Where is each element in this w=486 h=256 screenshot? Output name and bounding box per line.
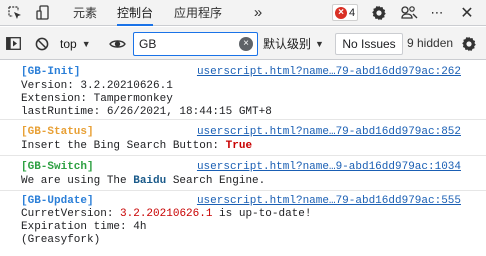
message-line: Expiration time: 4h: [21, 221, 147, 233]
message-text: CurretVersion:: [21, 208, 121, 220]
console-output: [GB-Init] userscript.html?name…79-abd16d…: [0, 61, 486, 256]
issues-button[interactable]: No Issues: [335, 33, 403, 55]
tab-application[interactable]: 应用程序: [174, 0, 222, 25]
message-text: is up-to-date!: [212, 208, 312, 220]
context-value: top: [60, 37, 77, 51]
dropdown-arrow-icon: ▼: [81, 39, 91, 49]
more-options-icon[interactable]: ⋯: [428, 0, 446, 25]
sidebar-toggle-icon[interactable]: [3, 27, 23, 60]
console-message: [GB-Switch] userscript.html?name…9-abd16…: [0, 156, 486, 191]
console-toolbar: top ▼ × 默认级别 ▼ No Issues 9 hidden: [0, 27, 486, 60]
close-icon[interactable]: ✕: [458, 0, 476, 25]
console-message: [GB-Update] userscript.html?name…79-abd1…: [0, 191, 486, 256]
error-count-badge[interactable]: × 4: [332, 4, 358, 21]
message-line: Version: 3.2.20210626.1: [21, 80, 173, 92]
error-icon: ×: [335, 6, 347, 19]
console-settings-icon[interactable]: [460, 27, 478, 60]
log-levels-dropdown[interactable]: 默认级别 ▼: [263, 35, 324, 52]
message-line: CurretVersion: 3.2.20210626.1 is up-to-d…: [21, 208, 311, 220]
message-line: We are using The Baidu Search Engine.: [21, 175, 265, 187]
source-link[interactable]: userscript.html?name…9-abd16dd979ac:1034: [197, 161, 461, 173]
devtools-tab-bar: 元素 控制台 应用程序 » × 4 ⋯ ✕: [0, 0, 486, 26]
message-line: Insert the Bing Search Button: True: [21, 140, 252, 152]
filter-input[interactable]: [139, 36, 237, 52]
message-text: Search Engine.: [166, 175, 266, 187]
message-line: (Greasyfork): [21, 234, 101, 246]
tab-application-label: 应用程序: [174, 6, 223, 20]
source-link[interactable]: userscript.html?name…79-abd16dd979ac:262: [197, 66, 461, 78]
console-message: [GB-Status] userscript.html?name…79-abd1…: [0, 120, 486, 156]
active-tab-indicator: [117, 24, 154, 26]
more-tabs-icon[interactable]: »: [250, 0, 266, 25]
hidden-count: 9 hidden: [407, 36, 454, 50]
gear-icon[interactable]: [370, 0, 388, 25]
console-message: [GB-Init] userscript.html?name…79-abd16d…: [0, 61, 486, 120]
source-link[interactable]: userscript.html?name…79-abd16dd979ac:555: [197, 195, 461, 207]
message-tag: [GB-Switch]: [21, 161, 94, 173]
issues-label: No Issues: [342, 37, 396, 51]
console-filter[interactable]: ×: [133, 32, 258, 56]
version-value: 3.2.20210626.1: [120, 208, 213, 220]
status-value: True: [225, 140, 253, 152]
clear-console-icon[interactable]: [33, 27, 51, 60]
message-tag: [GB-Init]: [21, 66, 81, 78]
dropdown-arrow-icon: ▼: [315, 38, 324, 49]
tab-console-label: 控制台: [117, 6, 154, 20]
source-link[interactable]: userscript.html?name…79-abd16dd979ac:852: [197, 126, 461, 138]
clear-filter-icon[interactable]: ×: [239, 37, 253, 51]
error-count: 4: [349, 6, 356, 19]
log-levels-label: 默认级别: [263, 37, 312, 51]
message-line: lastRuntime: 6/26/2021, 18:44:15 GMT+8: [21, 106, 272, 118]
context-selector[interactable]: top ▼: [60, 34, 91, 54]
message-text: We are using The: [21, 175, 134, 187]
search-engine-value: Baidu: [133, 175, 167, 187]
message-text: Insert the Bing Search Button:: [21, 140, 226, 152]
message-tag: [GB-Update]: [21, 195, 94, 207]
tab-elements[interactable]: 元素: [73, 0, 97, 25]
device-toggle-icon[interactable]: [34, 0, 52, 25]
inspect-element-icon[interactable]: [6, 0, 24, 25]
message-line: Extension: Tampermonkey: [21, 93, 173, 105]
live-expression-icon[interactable]: [107, 27, 127, 60]
customize-icon[interactable]: [399, 0, 419, 25]
message-tag: [GB-Status]: [21, 126, 94, 138]
tab-console[interactable]: 控制台: [117, 0, 154, 26]
tab-elements-label: 元素: [73, 6, 98, 20]
